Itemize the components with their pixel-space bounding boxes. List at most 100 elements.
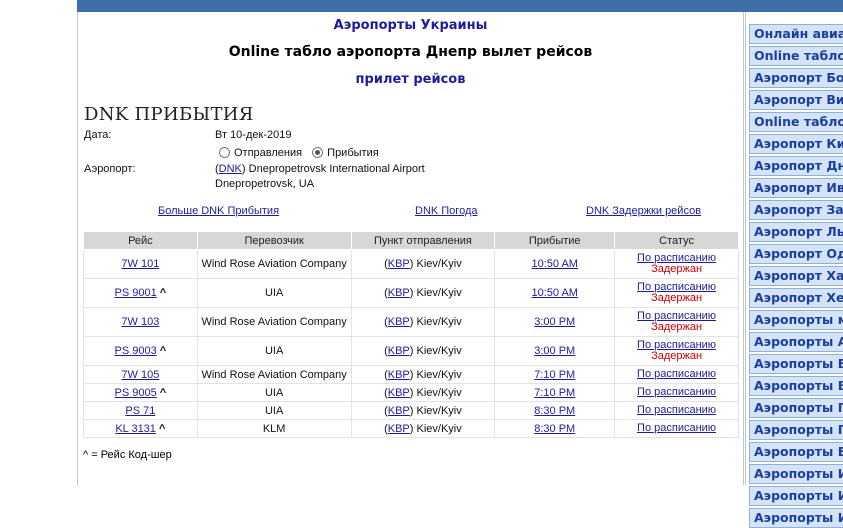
status-cell: По расписанию	[614, 383, 739, 402]
sidebar-item[interactable]: Аэропорт Хар	[749, 266, 843, 286]
sidebar-item[interactable]: Аэропорт Вин	[749, 90, 843, 110]
origin-city: Kiev/Kyiv	[416, 287, 462, 299]
origin-code-link[interactable]: KBP	[388, 405, 410, 417]
sidebar-item[interactable]: Аэропорты Г	[749, 398, 843, 418]
status-delayed: Задержан	[651, 321, 703, 333]
sidebar-item[interactable]: Аэропорты И	[749, 464, 843, 484]
arrival-time-link[interactable]: 8:30 PM	[534, 423, 575, 435]
flight-link[interactable]: 7W 103	[121, 316, 159, 328]
table-row: 7W 103 Wind Rose Aviation Company (KBP) Ki…	[83, 307, 739, 337]
origin-code-link[interactable]: KBP	[388, 369, 410, 381]
status-link[interactable]: По расписанию	[615, 369, 738, 380]
flight-link[interactable]: 7W 101	[121, 258, 159, 270]
arrival-time-link[interactable]: 3:00 PM	[534, 345, 575, 357]
origin-city: Kiev/Kyiv	[416, 422, 462, 435]
flight-cell: PS 9005 ^	[83, 383, 198, 402]
flight-link[interactable]: 7W 105	[121, 369, 159, 381]
status-delayed: Задержан	[651, 350, 703, 362]
airports-ukraine-link[interactable]: Аэропорты Украины	[78, 18, 743, 33]
carrier-cell: KLM	[197, 419, 352, 438]
sidebar-item[interactable]: Онлайн авиа	[749, 24, 843, 44]
table-row: PS 9001 ^ UIA (KBP) Kiev/Kyiv 10:50 AM По ра…	[83, 278, 739, 308]
date-label: Дата:	[84, 129, 112, 141]
flight-link[interactable]: PS 9005	[115, 387, 157, 399]
sidebar-item[interactable]: Аэропорты В	[749, 376, 843, 396]
sidebar-item[interactable]: Аэропорт Бор	[749, 68, 843, 88]
sidebar-item[interactable]: Аэропорты И	[749, 486, 843, 506]
page-title: DNK ПРИБЫТИЯ	[84, 104, 254, 125]
arrival-time-link[interactable]: 3:00 PM	[534, 316, 575, 328]
flight-link[interactable]: PS 9001	[115, 287, 157, 299]
sidebar-item[interactable]: Online табло	[749, 112, 843, 132]
sidebar-item[interactable]: Аэропорты Е	[749, 442, 843, 462]
sidebar-item[interactable]: Аэропорты Б	[749, 354, 843, 374]
codeshare-mark: ^	[159, 287, 167, 299]
status-link[interactable]: По расписанию	[615, 423, 738, 434]
origin-cell: (KBP) Kiev/Kyiv	[351, 336, 496, 366]
sidebar-item[interactable]: Аэропорт Ива	[749, 178, 843, 198]
origin-code-link[interactable]: KBP	[388, 258, 410, 270]
arrival-cell: 8:30 PM	[494, 419, 616, 438]
sidebar-item[interactable]: Аэропорты м	[749, 310, 843, 330]
origin-cell: (KBP) Kiev/Kyiv	[351, 278, 496, 308]
arrival-cell: 10:50 AM	[494, 278, 616, 308]
weather-link[interactable]: DNK Погода	[415, 205, 478, 217]
arrival-time-link[interactable]: 8:30 PM	[534, 405, 575, 417]
sidebar-item[interactable]: Online табло	[749, 46, 843, 66]
airport-code-link[interactable]: DNK	[219, 163, 242, 175]
carrier-cell: UIA	[197, 401, 352, 420]
carrier-cell: UIA	[197, 278, 352, 308]
status-link[interactable]: По расписанию	[615, 387, 738, 398]
status-cell: По расписанию Задержан	[614, 278, 739, 308]
radio-departures[interactable]	[219, 147, 230, 158]
table-row: PS 71 UIA (KBP) Kiev/Kyiv 8:30 PM По расписа…	[83, 401, 739, 420]
radio-arrivals-label[interactable]: Прибытия	[327, 147, 379, 159]
top-bar	[77, 0, 843, 12]
carrier-cell: Wind Rose Aviation Company	[197, 249, 352, 279]
origin-city: Kiev/Kyiv	[416, 258, 462, 270]
status-cell: По расписанию	[614, 401, 739, 420]
col-origin: Пункт отправления	[350, 231, 496, 250]
sidebar-item[interactable]: Аэропорт Хер	[749, 288, 843, 308]
status-link[interactable]: По расписанию	[615, 405, 738, 416]
sidebar-item[interactable]: Аэропорты И	[749, 508, 843, 528]
origin-code-link[interactable]: KBP	[388, 345, 410, 357]
status-cell: По расписанию	[614, 365, 739, 384]
arrival-time-link[interactable]: 7:10 PM	[534, 387, 575, 399]
radio-departures-label[interactable]: Отправления	[234, 147, 302, 159]
sidebar-item[interactable]: Аэропорты Ге	[749, 420, 843, 440]
sidebar-item[interactable]: Аэропорты А	[749, 332, 843, 352]
sidebar-item[interactable]: Аэропорт Льв	[749, 222, 843, 242]
origin-city: Kiev/Kyiv	[416, 404, 462, 417]
arrival-time-link[interactable]: 10:50 AM	[531, 258, 577, 270]
origin-cell: (KBP) Kiev/Kyiv	[351, 365, 496, 384]
col-status: Статус	[614, 231, 739, 250]
flight-cell: 7W 101	[83, 249, 198, 279]
flight-link[interactable]: KL 3131	[115, 423, 156, 435]
more-arrivals-link[interactable]: Больше DNK Прибытия	[158, 205, 279, 217]
status-delayed: Задержан	[651, 292, 703, 304]
origin-code-link[interactable]: KBP	[388, 316, 410, 328]
delays-link[interactable]: DNK Задержки рейсов	[586, 205, 701, 217]
sidebar-item[interactable]: Аэропорт Дне	[749, 156, 843, 176]
sidebar: Онлайн авиаOnline таблоАэропорт БорАэроп…	[745, 12, 843, 528]
flight-link[interactable]: PS 71	[125, 405, 155, 417]
origin-code-link[interactable]: KBP	[388, 387, 410, 399]
sidebar-item[interactable]: Аэропорт Зап	[749, 200, 843, 220]
airport-name: Dnepropetrovsk International Airport	[248, 163, 425, 175]
origin-code-link[interactable]: KBP	[388, 423, 410, 435]
sidebar-item[interactable]: Аэропорт Кие	[749, 134, 843, 154]
radio-arrivals[interactable]	[312, 147, 324, 158]
arrival-cell: 7:10 PM	[494, 365, 616, 384]
flight-cell: PS 9001 ^	[83, 278, 198, 308]
arrivals-link[interactable]: прилет рейсов	[78, 72, 743, 87]
airport-city: Dnepropetrovsk, UA	[215, 178, 315, 190]
origin-code-link[interactable]: KBP	[388, 287, 410, 299]
arrival-time-link[interactable]: 10:50 AM	[531, 287, 577, 299]
flight-link[interactable]: PS 9003	[115, 345, 157, 357]
table-body: 7W 101 Wind Rose Aviation Company (KBP) Ki…	[83, 249, 739, 438]
arrival-time-link[interactable]: 7:10 PM	[534, 369, 575, 381]
sidebar-item[interactable]: Аэропорт Оде	[749, 244, 843, 264]
flight-cell: PS 9003 ^	[83, 336, 198, 366]
origin-city: Kiev/Kyiv	[416, 386, 462, 399]
